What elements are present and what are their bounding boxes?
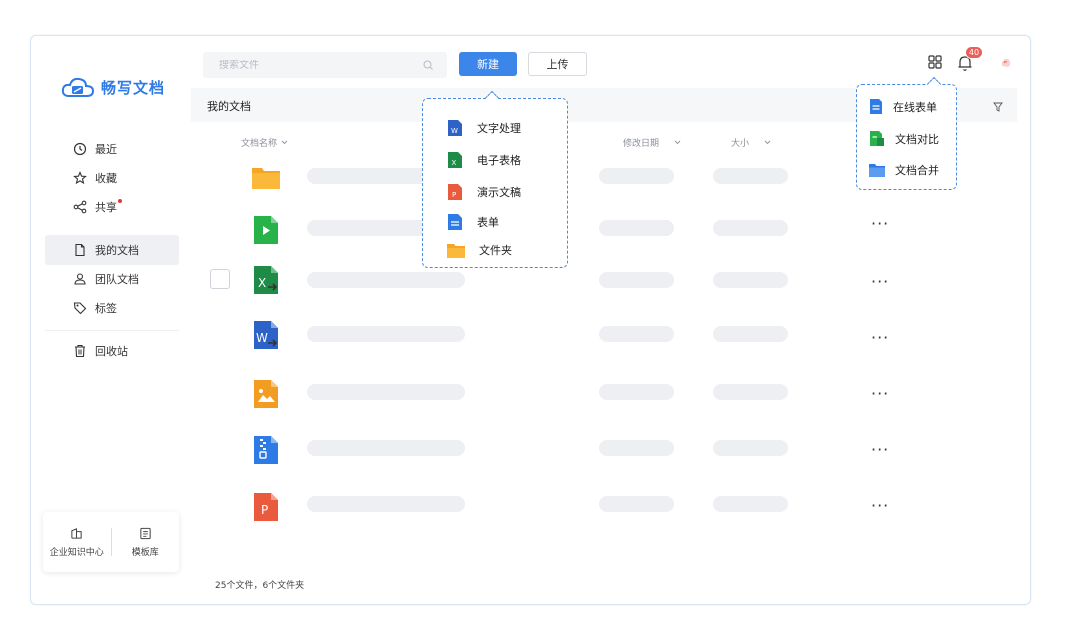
sidebar-item-label: 团队文档 (95, 273, 139, 286)
sidebar-item-trash[interactable]: 回收站 (45, 336, 179, 366)
sidebar-divider (45, 330, 179, 331)
svg-text:P: P (452, 191, 456, 199)
sidebar-item-label: 共享 (95, 201, 117, 214)
table-row[interactable]: W ··· (191, 316, 1017, 366)
row-checkbox[interactable] (210, 269, 230, 289)
sidebar-item-label: 最近 (95, 143, 117, 156)
sidebar-item-label: 我的文档 (95, 244, 139, 257)
svg-text:W: W (451, 127, 458, 135)
user-avatar-icon[interactable] (999, 56, 1013, 70)
knowledge-icon (71, 527, 82, 539)
file-icon (75, 243, 85, 257)
merge-icon (869, 164, 885, 177)
upload-button[interactable]: 上传 (528, 52, 587, 76)
file-list: 文档名称 修改日期 大小 ··· X ··· W ··· ··· ··· P ·… (191, 122, 1017, 596)
spreadsheet-shared-icon: X (254, 266, 278, 294)
chevron-down-icon (281, 140, 288, 145)
more-actions-button[interactable]: ··· (871, 214, 889, 233)
table-row[interactable]: ··· (191, 430, 1017, 480)
zip-file-icon (254, 436, 278, 464)
search-box (203, 52, 447, 78)
filter-icon[interactable] (993, 102, 1003, 112)
excel-icon: X (448, 152, 462, 168)
clock-icon (73, 142, 87, 156)
sidebar-bottom-card: 企业知识中心 模板库 (43, 512, 179, 572)
svg-text:W: W (256, 331, 268, 345)
more-actions-button[interactable]: ··· (871, 328, 889, 347)
more-actions-button[interactable]: ··· (871, 496, 889, 515)
search-icon[interactable] (423, 60, 433, 70)
more-actions-button[interactable]: ··· (871, 384, 889, 403)
file-count: 25个文件，6个文件夹 (215, 581, 305, 591)
video-file-icon (254, 216, 278, 244)
new-dropdown-menu: W 文字处理 X 电子表格 P 演示文稿 表单 文件夹 (422, 90, 568, 268)
knowledge-center-button[interactable]: 企业知识中心 (43, 512, 111, 572)
column-header-modified[interactable]: 修改日期 (623, 136, 681, 149)
svg-text:X: X (258, 276, 266, 290)
trash-icon (75, 344, 85, 358)
sidebar-item-label: 收藏 (95, 172, 117, 185)
template-library-label: 模板库 (131, 547, 159, 558)
form-icon (448, 214, 462, 230)
sidebar-item-label: 回收站 (95, 345, 128, 358)
menu-item-folder[interactable]: 文件夹 (447, 242, 512, 258)
word-icon: W (448, 120, 462, 136)
chevron-down-icon (764, 140, 771, 145)
word-shared-icon: W (254, 321, 278, 349)
unread-dot (118, 199, 122, 203)
star-icon (73, 171, 87, 185)
folder-icon (252, 168, 280, 189)
notification-badge: 40 (965, 46, 983, 59)
compare-icon (870, 131, 884, 146)
sidebar-item-team-docs[interactable]: 团队文档 (45, 264, 179, 294)
online-form-icon (870, 99, 882, 114)
chevron-down-icon (674, 140, 681, 145)
sidebar-item-favorites[interactable]: 收藏 (45, 163, 179, 193)
template-icon (140, 527, 151, 539)
svg-text:P: P (261, 503, 268, 517)
search-input[interactable] (203, 59, 403, 71)
ppt-file-icon: P (254, 493, 278, 521)
menu-item-doc-compare[interactable]: 文档对比 (869, 130, 939, 147)
sidebar-item-tags[interactable]: 标签 (45, 293, 179, 323)
sidebar-item-recent[interactable]: 最近 (45, 134, 179, 164)
app-window: 畅写文档 最近 收藏 共享 我的文档 团队文档 标签 回收站 企业知识中心 模板… (30, 35, 1031, 605)
folder-icon (447, 243, 465, 258)
more-actions-button[interactable]: ··· (871, 440, 889, 459)
table-row[interactable]: X ··· (191, 262, 1017, 312)
ppt-icon: P (448, 184, 462, 200)
table-row[interactable]: ··· (191, 210, 1017, 260)
page-title: 我的文档 (207, 100, 251, 113)
tag-icon (73, 302, 87, 315)
column-header-size[interactable]: 大小 (731, 136, 771, 149)
menu-item-doc-merge[interactable]: 文档合并 (869, 162, 939, 178)
column-header-name[interactable]: 文档名称 (241, 136, 288, 149)
sidebar-item-my-docs[interactable]: 我的文档 (45, 235, 179, 265)
sidebar-item-shared[interactable]: 共享 (45, 192, 179, 222)
table-row[interactable]: P ··· (191, 486, 1017, 536)
share-icon (73, 200, 87, 214)
knowledge-center-label: 企业知识中心 (49, 547, 104, 558)
menu-item-form[interactable]: 表单 (447, 213, 499, 231)
apps-dropdown-menu: 在线表单 文档对比 文档合并 (856, 76, 957, 190)
app-name: 畅写文档 (101, 78, 166, 97)
template-library-button[interactable]: 模板库 (112, 512, 180, 572)
more-actions-button[interactable]: ··· (871, 272, 889, 291)
dropdown-caret (926, 76, 942, 92)
cloud-logo-icon (61, 77, 95, 97)
menu-item-online-form[interactable]: 在线表单 (869, 98, 937, 115)
new-button[interactable]: 新建 (459, 52, 517, 76)
table-row[interactable]: ··· (191, 374, 1017, 424)
menu-item-word[interactable]: W 文字处理 (447, 119, 521, 137)
image-file-icon (254, 380, 278, 408)
team-icon (74, 273, 86, 285)
menu-item-presentation[interactable]: P 演示文稿 (447, 183, 521, 201)
app-logo[interactable]: 畅写文档 (61, 76, 165, 98)
svg-text:X: X (452, 159, 457, 167)
apps-grid-icon[interactable] (927, 54, 943, 70)
menu-item-spreadsheet[interactable]: X 电子表格 (447, 151, 521, 169)
sidebar-item-label: 标签 (95, 302, 117, 315)
